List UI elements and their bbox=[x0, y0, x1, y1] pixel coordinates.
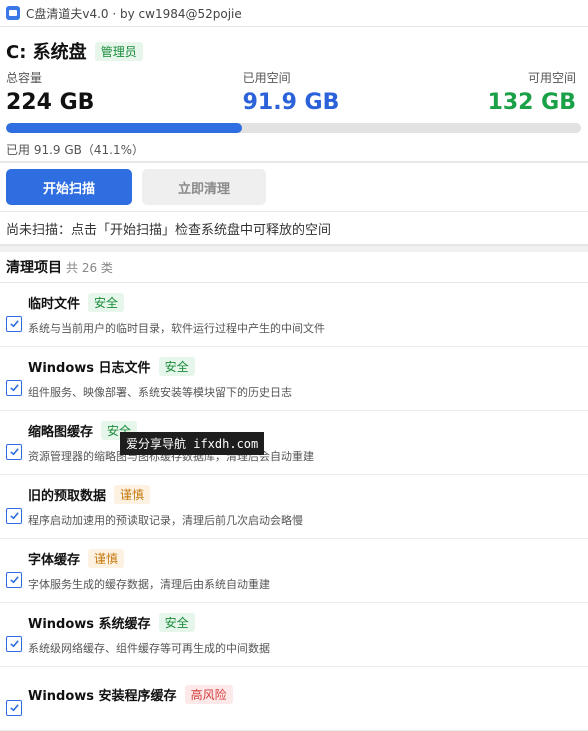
start-scan-button[interactable]: 开始扫描 bbox=[6, 169, 132, 205]
item-name: 临时文件 bbox=[28, 297, 81, 312]
action-bar: 开始扫描 立即清理 bbox=[0, 163, 588, 212]
used-label: 已用空间 bbox=[242, 71, 291, 85]
safety-badge: 安全 bbox=[158, 357, 195, 376]
item-checkbox[interactable] bbox=[6, 379, 22, 396]
usage-progress-bar bbox=[6, 123, 581, 133]
disk-title: C: 系统盘 bbox=[6, 42, 87, 63]
check-icon bbox=[9, 384, 19, 392]
list-header: 清理项目 共 26 类 bbox=[0, 252, 588, 283]
list-item[interactable]: 临时文件 安全 系统与当前用户的临时目录，软件运行过程中产生的中间文件 bbox=[0, 283, 588, 347]
item-description: 程序启动加速用的预读取记录，清理后前几次启动会略慢 bbox=[28, 514, 303, 527]
title-bar: C盘清道夫v4.0 · by cw1984@52pojie bbox=[0, 0, 588, 27]
item-name: 缩略图缓存 bbox=[28, 425, 94, 440]
list-count: 共 26 类 bbox=[66, 260, 113, 275]
item-name: Windows 日志文件 bbox=[28, 361, 151, 376]
free-stat: 可用空间 132 GB bbox=[488, 69, 582, 115]
check-icon bbox=[9, 576, 19, 584]
total-stat: 总容量 224 GB bbox=[6, 69, 94, 115]
list-item[interactable]: 缩略图缓存 安全 资源管理器的缩略图与图标缓存数据库，清理后会自动重建 bbox=[0, 411, 588, 475]
list-item[interactable]: Windows 安装程序缓存 高风险 bbox=[0, 667, 588, 731]
check-icon bbox=[9, 704, 19, 712]
safety-badge: 安全 bbox=[88, 293, 125, 312]
safety-badge: 谨慎 bbox=[114, 485, 151, 504]
usage-progress-fill bbox=[6, 123, 243, 133]
clean-now-button[interactable]: 立即清理 bbox=[142, 169, 266, 205]
item-description: 组件服务、映像部署、系统安装等模块留下的历史日志 bbox=[28, 386, 292, 399]
window-title: C盘清道夫v4.0 · by cw1984@52pojie bbox=[26, 6, 242, 21]
item-description: 系统与当前用户的临时目录，软件运行过程中产生的中间文件 bbox=[28, 322, 325, 335]
list-item[interactable]: 旧的预取数据 谨慎 程序启动加速用的预读取记录，清理后前几次启动会略慢 bbox=[0, 475, 588, 539]
item-name: Windows 安装程序缓存 bbox=[28, 689, 177, 704]
list-item[interactable]: 字体缓存 谨慎 字体服务生成的缓存数据，清理后由系统自动重建 bbox=[0, 539, 588, 603]
item-name: Windows 系统缓存 bbox=[28, 617, 151, 632]
item-checkbox[interactable] bbox=[6, 635, 22, 652]
item-name: 旧的预取数据 bbox=[28, 489, 107, 504]
item-checkbox[interactable] bbox=[6, 443, 22, 460]
item-checkbox[interactable] bbox=[6, 571, 22, 588]
item-checkbox[interactable] bbox=[6, 507, 22, 524]
total-value: 224 GB bbox=[6, 90, 95, 115]
free-label: 可用空间 bbox=[527, 71, 576, 85]
used-stat: 已用空间 91.9 GB bbox=[243, 69, 340, 115]
check-icon bbox=[9, 640, 19, 648]
item-description: 字体服务生成的缓存数据，清理后由系统自动重建 bbox=[28, 578, 270, 591]
check-icon bbox=[9, 512, 19, 520]
free-value: 132 GB bbox=[487, 90, 576, 115]
item-name: 字体缓存 bbox=[28, 553, 81, 568]
used-value: 91.9 GB bbox=[242, 90, 340, 115]
safety-badge: 高风险 bbox=[184, 685, 233, 704]
list-item[interactable]: Windows 日志文件 安全 组件服务、映像部署、系统安装等模块留下的历史日志 bbox=[0, 347, 588, 411]
list-title: 清理项目 bbox=[6, 260, 62, 276]
safety-badge: 谨慎 bbox=[88, 549, 125, 568]
scan-status: 尚未扫描：点击「开始扫描」检查系统盘中可释放的空间 bbox=[0, 212, 588, 246]
list-item[interactable]: Windows 系统缓存 安全 系统级网络缓存、组件缓存等可再生成的中间数据 bbox=[0, 603, 588, 667]
admin-badge: 管理员 bbox=[94, 41, 143, 61]
check-icon bbox=[9, 448, 19, 456]
total-label: 总容量 bbox=[6, 71, 43, 85]
cleanup-list: 清理项目 共 26 类 临时文件 安全 系统与当前用户的临时目录，软件运行过程中… bbox=[0, 252, 588, 731]
app-icon bbox=[6, 6, 20, 20]
item-checkbox[interactable] bbox=[6, 699, 22, 716]
safety-badge: 安全 bbox=[158, 613, 195, 632]
usage-text: 已用 91.9 GB（41.1%） bbox=[6, 143, 145, 157]
disk-card: C: 系统盘 管理员 总容量 224 GB 已用空间 91.9 GB 可用空间 … bbox=[0, 27, 588, 163]
check-icon bbox=[9, 320, 19, 328]
item-checkbox[interactable] bbox=[6, 315, 22, 332]
item-description: 系统级网络缓存、组件缓存等可再生成的中间数据 bbox=[28, 642, 270, 655]
watermark-tooltip: 爱分享导航 ifxdh.com bbox=[120, 432, 265, 455]
